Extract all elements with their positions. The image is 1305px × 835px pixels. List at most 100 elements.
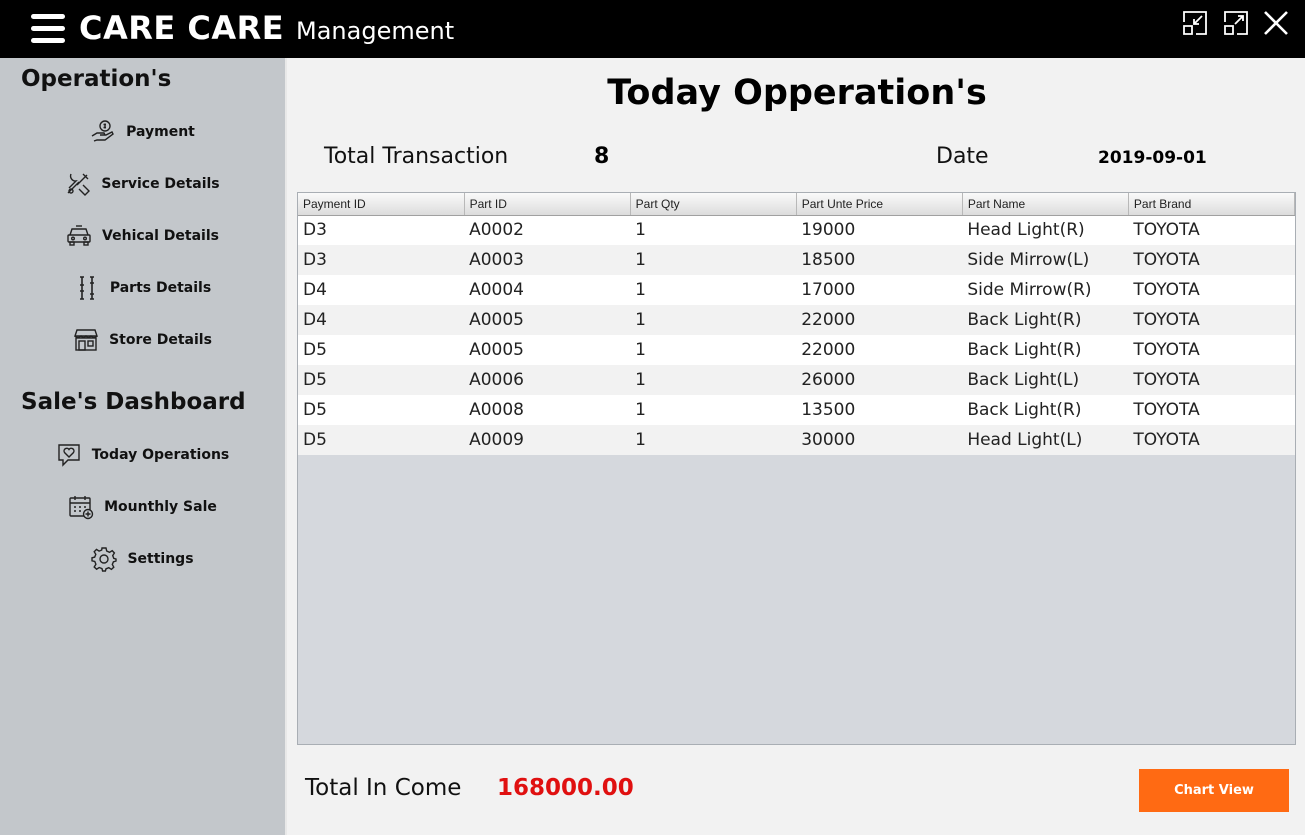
column-header-part-id[interactable]: Part ID bbox=[464, 193, 631, 216]
cell-payment-id[interactable]: D5 bbox=[298, 395, 465, 425]
cell-part-qty[interactable]: 1 bbox=[630, 215, 797, 245]
sidebar-item-label: Payment bbox=[126, 124, 195, 140]
sidebar-item-label: Mounthly Sale bbox=[104, 499, 217, 515]
main-content: Today Opperation's Total Transaction 8 D… bbox=[285, 58, 1305, 835]
table-row[interactable]: D4 A0004 1 17000 Side Mirrow(R) TOYOTA bbox=[298, 275, 1295, 305]
page-title: Today Opperation's bbox=[607, 73, 987, 113]
cell-part-brand[interactable]: TOYOTA bbox=[1128, 275, 1295, 305]
cell-payment-id[interactable]: D4 bbox=[298, 305, 465, 335]
sidebar-item-settings[interactable]: Settings bbox=[0, 541, 285, 577]
close-icon[interactable] bbox=[1262, 9, 1290, 37]
sidebar-item-today-operations[interactable]: Today Operations bbox=[0, 437, 285, 473]
sidebar-item-label: Settings bbox=[127, 551, 194, 567]
cell-part-qty[interactable]: 1 bbox=[630, 395, 797, 425]
cell-part-qty[interactable]: 1 bbox=[630, 335, 797, 365]
hamburger-menu-icon[interactable] bbox=[31, 14, 65, 44]
cell-part-unit-price[interactable]: 30000 bbox=[796, 425, 963, 455]
cell-payment-id[interactable]: D3 bbox=[298, 215, 465, 245]
sidebar-item-label: Vehical Details bbox=[102, 228, 219, 244]
parts-icon bbox=[74, 275, 100, 301]
cell-part-name[interactable]: Side Mirrow(L) bbox=[962, 245, 1129, 275]
minimize-icon[interactable] bbox=[1181, 9, 1209, 37]
column-header-part-brand[interactable]: Part Brand bbox=[1128, 193, 1295, 216]
table-row[interactable]: D5 A0005 1 22000 Back Light(R) TOYOTA bbox=[298, 335, 1295, 365]
sidebar-item-store-details[interactable]: Store Details bbox=[0, 322, 285, 358]
cell-part-brand[interactable]: TOYOTA bbox=[1128, 425, 1295, 455]
table-row[interactable]: D3 A0003 1 18500 Side Mirrow(L) TOYOTA bbox=[298, 245, 1295, 275]
cell-part-name[interactable]: Back Light(R) bbox=[962, 395, 1129, 425]
sidebar-item-label: Store Details bbox=[109, 332, 212, 348]
date-label: Date bbox=[936, 144, 989, 169]
cell-part-unit-price[interactable]: 17000 bbox=[796, 275, 963, 305]
cell-part-name[interactable]: Head Light(L) bbox=[962, 425, 1129, 455]
cell-payment-id[interactable]: D5 bbox=[298, 365, 465, 395]
cell-part-name[interactable]: Head Light(R) bbox=[962, 215, 1129, 245]
sidebar-item-parts-details[interactable]: Parts Details bbox=[0, 270, 285, 306]
sidebar: Operation's Payment Service Details Vehi… bbox=[0, 58, 285, 835]
table-row[interactable]: D5 A0009 1 30000 Head Light(L) TOYOTA bbox=[298, 425, 1295, 455]
table-header-row: Payment ID Part ID Part Qty Part Unte Pr… bbox=[298, 193, 1295, 216]
car-icon bbox=[66, 223, 92, 249]
sidebar-item-label: Today Operations bbox=[91, 447, 230, 463]
tools-icon bbox=[65, 171, 91, 197]
column-header-part-unit-price[interactable]: Part Unte Price bbox=[796, 193, 963, 216]
cell-part-brand[interactable]: TOYOTA bbox=[1128, 335, 1295, 365]
cell-part-name[interactable]: Side Mirrow(R) bbox=[962, 275, 1129, 305]
cell-part-qty[interactable]: 1 bbox=[630, 245, 797, 275]
sidebar-item-payment[interactable]: Payment bbox=[0, 114, 285, 150]
cell-part-unit-price[interactable]: 18500 bbox=[796, 245, 963, 275]
sidebar-item-vehical-details[interactable]: Vehical Details bbox=[0, 218, 285, 254]
total-income-value: 168000.00 bbox=[497, 775, 634, 801]
table-row[interactable]: D3 A0002 1 19000 Head Light(R) TOYOTA bbox=[298, 215, 1295, 245]
column-header-part-name[interactable]: Part Name bbox=[962, 193, 1129, 216]
brand-subtitle: Management bbox=[296, 17, 455, 45]
brand-name: CARE CARE bbox=[79, 9, 285, 47]
cell-part-unit-price[interactable]: 26000 bbox=[796, 365, 963, 395]
operations-table[interactable]: Payment ID Part ID Part Qty Part Unte Pr… bbox=[297, 192, 1296, 745]
cell-part-id[interactable]: A0004 bbox=[464, 275, 631, 305]
cell-part-brand[interactable]: TOYOTA bbox=[1128, 365, 1295, 395]
cell-part-qty[interactable]: 1 bbox=[630, 365, 797, 395]
cell-part-id[interactable]: A0006 bbox=[464, 365, 631, 395]
cell-part-unit-price[interactable]: 22000 bbox=[796, 335, 963, 365]
app-window: CARE CARE Management Operation's Payment… bbox=[0, 0, 1305, 835]
cell-part-unit-price[interactable]: 22000 bbox=[796, 305, 963, 335]
cell-part-brand[interactable]: TOYOTA bbox=[1128, 395, 1295, 425]
cell-part-id[interactable]: A0003 bbox=[464, 245, 631, 275]
column-header-part-qty[interactable]: Part Qty bbox=[630, 193, 797, 216]
cell-payment-id[interactable]: D4 bbox=[298, 275, 465, 305]
cell-part-id[interactable]: A0005 bbox=[464, 305, 631, 335]
cell-part-id[interactable]: A0009 bbox=[464, 425, 631, 455]
cell-part-qty[interactable]: 1 bbox=[630, 275, 797, 305]
cell-part-id[interactable]: A0002 bbox=[464, 215, 631, 245]
title-bar: CARE CARE Management bbox=[0, 0, 1305, 58]
cell-part-name[interactable]: Back Light(L) bbox=[962, 365, 1129, 395]
cell-part-qty[interactable]: 1 bbox=[630, 305, 797, 335]
cell-payment-id[interactable]: D3 bbox=[298, 245, 465, 275]
cell-part-name[interactable]: Back Light(R) bbox=[962, 335, 1129, 365]
column-header-payment-id[interactable]: Payment ID bbox=[298, 193, 465, 216]
cell-part-unit-price[interactable]: 19000 bbox=[796, 215, 963, 245]
cell-part-name[interactable]: Back Light(R) bbox=[962, 305, 1129, 335]
sidebar-item-service-details[interactable]: Service Details bbox=[0, 166, 285, 202]
gear-icon bbox=[91, 546, 118, 572]
total-transaction-value: 8 bbox=[594, 144, 610, 169]
cell-part-qty[interactable]: 1 bbox=[630, 425, 797, 455]
cell-part-id[interactable]: A0008 bbox=[464, 395, 631, 425]
table-row[interactable]: D5 A0008 1 13500 Back Light(R) TOYOTA bbox=[298, 395, 1295, 425]
chart-view-button[interactable]: Chart View bbox=[1139, 769, 1289, 812]
dashboard-heading: Sale's Dashboard bbox=[21, 389, 246, 415]
cell-part-id[interactable]: A0005 bbox=[464, 335, 631, 365]
cell-part-brand[interactable]: TOYOTA bbox=[1128, 305, 1295, 335]
cell-part-brand[interactable]: TOYOTA bbox=[1128, 245, 1295, 275]
cell-part-unit-price[interactable]: 13500 bbox=[796, 395, 963, 425]
cell-payment-id[interactable]: D5 bbox=[298, 425, 465, 455]
cell-part-brand[interactable]: TOYOTA bbox=[1128, 215, 1295, 245]
payment-hand-icon bbox=[90, 119, 116, 145]
maximize-icon[interactable] bbox=[1222, 9, 1250, 37]
cell-payment-id[interactable]: D5 bbox=[298, 335, 465, 365]
heart-chat-icon bbox=[56, 442, 82, 468]
table-row[interactable]: D5 A0006 1 26000 Back Light(L) TOYOTA bbox=[298, 365, 1295, 395]
sidebar-item-mounthly-sale[interactable]: Mounthly Sale bbox=[0, 489, 285, 525]
table-row[interactable]: D4 A0005 1 22000 Back Light(R) TOYOTA bbox=[298, 305, 1295, 335]
